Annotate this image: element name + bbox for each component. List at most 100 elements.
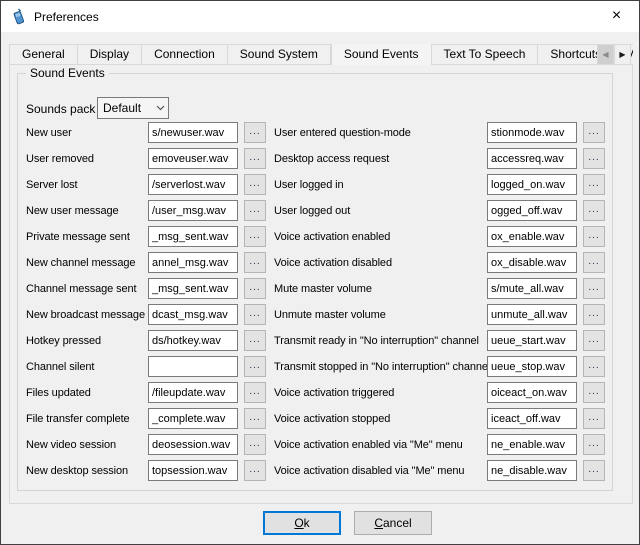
sound-event-label: Voice activation disabled — [274, 257, 392, 269]
sound-event-label: New video session — [26, 439, 116, 451]
browse-button[interactable]: ... — [244, 304, 266, 325]
sound-event-row: Channel message sent ... Mute master vol… — [18, 276, 612, 302]
sound-file-input[interactable] — [148, 252, 238, 273]
sound-file-input[interactable] — [148, 304, 238, 325]
browse-button[interactable]: ... — [583, 278, 605, 299]
sound-file-input[interactable] — [487, 200, 577, 221]
sound-event-row: Server lost ... User logged in ... — [18, 172, 612, 198]
browse-button[interactable]: ... — [583, 356, 605, 377]
sound-file-input[interactable] — [487, 304, 577, 325]
browse-button[interactable]: ... — [244, 434, 266, 455]
browse-button[interactable]: ... — [244, 226, 266, 247]
sound-file-input[interactable] — [487, 382, 577, 403]
tab-sound-events[interactable]: Sound Events — [331, 44, 432, 65]
sound-file-input[interactable] — [487, 226, 577, 247]
sound-file-input[interactable] — [487, 460, 577, 481]
preferences-dialog: Preferences × GeneralDisplayConnectionSo… — [0, 0, 640, 545]
sound-file-input[interactable] — [487, 278, 577, 299]
browse-button[interactable]: ... — [583, 252, 605, 273]
tab-scroll-right-icon[interactable]: ▶ — [614, 44, 631, 65]
sound-file-input[interactable] — [148, 356, 238, 377]
sound-file-input[interactable] — [148, 460, 238, 481]
sound-event-label: Desktop access request — [274, 153, 389, 165]
sound-file-input[interactable] — [148, 122, 238, 143]
sound-file-input[interactable] — [148, 330, 238, 351]
tab-display[interactable]: Display — [78, 44, 142, 64]
browse-button[interactable]: ... — [583, 304, 605, 325]
sound-file-input[interactable] — [487, 252, 577, 273]
sound-event-label: New broadcast message — [26, 309, 145, 321]
browse-button[interactable]: ... — [583, 434, 605, 455]
browse-button[interactable]: ... — [583, 200, 605, 221]
browse-button[interactable]: ... — [583, 460, 605, 481]
cancel-button[interactable]: Cancel — [354, 511, 432, 535]
browse-button[interactable]: ... — [244, 382, 266, 403]
browse-button[interactable]: ... — [244, 460, 266, 481]
sound-file-input[interactable] — [148, 200, 238, 221]
browse-button[interactable]: ... — [244, 122, 266, 143]
sound-file-input[interactable] — [148, 148, 238, 169]
sound-event-label: New user message — [26, 205, 119, 217]
sound-file-input[interactable] — [487, 356, 577, 377]
sound-file-input[interactable] — [487, 408, 577, 429]
sound-event-label: Unmute master volume — [274, 309, 386, 321]
browse-button[interactable]: ... — [244, 148, 266, 169]
sound-file-input[interactable] — [148, 382, 238, 403]
sound-event-row: New video session ... Voice activation e… — [18, 432, 612, 458]
sound-event-label: Files updated — [26, 387, 91, 399]
browse-button[interactable]: ... — [583, 122, 605, 143]
tab-general[interactable]: General — [9, 44, 78, 64]
app-icon — [10, 8, 27, 25]
sound-events-list: New user ... User entered question-mode … — [18, 120, 612, 484]
browse-button[interactable]: ... — [244, 408, 266, 429]
browse-button[interactable]: ... — [244, 330, 266, 351]
ok-button[interactable]: Ok — [263, 511, 341, 535]
sound-event-row: New broadcast message ... Unmute master … — [18, 302, 612, 328]
tab-scroll-left-icon[interactable]: ◀ — [597, 44, 614, 65]
browse-button[interactable]: ... — [244, 278, 266, 299]
sound-event-label: New desktop session — [26, 465, 128, 477]
sound-event-row: New channel message ... Voice activation… — [18, 250, 612, 276]
sounds-pack-selected-value: Default — [103, 101, 152, 115]
browse-button[interactable]: ... — [583, 408, 605, 429]
browse-button[interactable]: ... — [583, 174, 605, 195]
sound-file-input[interactable] — [487, 122, 577, 143]
browse-button[interactable]: ... — [583, 330, 605, 351]
sound-event-label: Private message sent — [26, 231, 130, 243]
sound-file-input[interactable] — [148, 226, 238, 247]
groupbox-title: Sound Events — [26, 66, 109, 80]
sound-file-input[interactable] — [148, 174, 238, 195]
sounds-pack-select[interactable]: Default — [97, 97, 169, 119]
tab-sound-system[interactable]: Sound System — [228, 44, 331, 64]
browse-button[interactable]: ... — [244, 174, 266, 195]
browse-button[interactable]: ... — [583, 226, 605, 247]
tab-connection[interactable]: Connection — [142, 44, 228, 64]
sound-event-row: Files updated ... Voice activation trigg… — [18, 380, 612, 406]
browse-button[interactable]: ... — [244, 200, 266, 221]
sound-event-label: New channel message — [26, 257, 135, 269]
browse-button[interactable]: ... — [583, 148, 605, 169]
sound-event-label: Voice activation enabled via "Me" menu — [274, 439, 463, 451]
browse-button[interactable]: ... — [244, 252, 266, 273]
sound-file-input[interactable] — [148, 408, 238, 429]
browse-button[interactable]: ... — [244, 356, 266, 377]
sound-event-row: New user message ... User logged out ... — [18, 198, 612, 224]
sound-event-row: File transfer complete ... Voice activat… — [18, 406, 612, 432]
sound-file-input[interactable] — [487, 148, 577, 169]
tab-text-to-speech[interactable]: Text To Speech — [432, 44, 539, 64]
sound-file-input[interactable] — [487, 174, 577, 195]
sound-file-input[interactable] — [487, 434, 577, 455]
sound-file-input[interactable] — [148, 434, 238, 455]
sound-event-label: Voice activation enabled — [274, 231, 390, 243]
titlebar: Preferences × — [1, 1, 639, 32]
browse-button[interactable]: ... — [583, 382, 605, 403]
close-button[interactable]: × — [594, 1, 639, 31]
sound-events-groupbox: Sound Events Sounds pack Default New use… — [17, 73, 613, 491]
sound-file-input[interactable] — [148, 278, 238, 299]
sound-event-label: Transmit ready in "No interruption" chan… — [274, 335, 479, 347]
sound-event-row: Channel silent ... Transmit stopped in "… — [18, 354, 612, 380]
sound-event-label: User logged in — [274, 179, 344, 191]
sound-event-label: File transfer complete — [26, 413, 130, 425]
sound-event-label: Channel silent — [26, 361, 94, 373]
sound-file-input[interactable] — [487, 330, 577, 351]
